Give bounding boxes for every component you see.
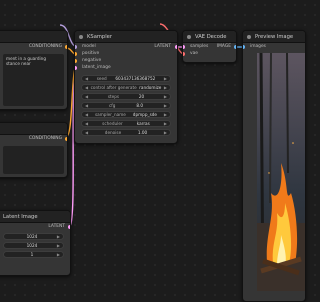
conditioning-output[interactable]: CONDITIONING <box>0 43 67 50</box>
widget-value: 20 <box>138 94 145 99</box>
input-label-images: images <box>250 44 266 49</box>
output-label: LATENT <box>48 224 65 229</box>
prompt-text: ment in a guarding stance near <box>6 56 46 66</box>
increment-arrow-icon[interactable]: ▶ <box>57 234 60 239</box>
decrement-arrow-icon[interactable]: ◀ <box>85 103 88 108</box>
vae-input[interactable]: vae <box>183 50 236 57</box>
widget-label: cfg <box>108 103 116 108</box>
denoise-widget[interactable]: ◀ denoise 1.00 ▶ <box>81 129 171 136</box>
model-input-port[interactable] <box>75 44 77 49</box>
prompt-textarea[interactable]: ment in a guarding stance near <box>3 54 64 106</box>
widget-value: 1 <box>30 252 34 257</box>
widget-value: 1024 <box>26 243 38 248</box>
output-label-latent: LATENT <box>154 44 171 49</box>
increment-arrow-icon[interactable]: ▶ <box>164 112 167 117</box>
sampler-name-widget[interactable]: ◀ sampler_name dpmpp_sde ▶ <box>81 111 171 118</box>
node-title-bar[interactable]: Preview Image <box>243 31 305 43</box>
node-title-bar[interactable]: Latent Image <box>0 211 70 223</box>
decrement-arrow-icon[interactable]: ◀ <box>85 76 88 81</box>
node-title-bar[interactable] <box>0 123 67 135</box>
conditioning-port[interactable] <box>65 136 67 141</box>
widget-value: 1.00 <box>137 130 148 135</box>
node-title-bar[interactable]: VAE Decode <box>183 31 236 43</box>
width-widget[interactable]: 1024 ▶ <box>3 233 64 240</box>
conditioning-port[interactable] <box>65 44 67 49</box>
widget-value: karras <box>136 121 150 126</box>
widget-label: control after generate <box>90 85 137 90</box>
output-label: CONDITIONING <box>28 136 62 141</box>
latent-output[interactable]: LATENT <box>0 223 70 230</box>
empty-latent-image-node[interactable]: Latent Image LATENT 1024 ▶ 1024 ▶ 1 ▶ <box>0 210 71 276</box>
batch-size-widget[interactable]: 1 ▶ <box>3 251 64 258</box>
decrement-arrow-icon[interactable]: ◀ <box>85 130 88 135</box>
widget-value: randomize <box>139 85 162 90</box>
widget-label: scheduler <box>102 121 123 126</box>
latent-output-port[interactable] <box>175 44 177 49</box>
decrement-arrow-icon[interactable]: ◀ <box>85 121 88 126</box>
output-label-image: IMAGE <box>216 44 231 49</box>
input-label-positive: positive <box>82 51 100 56</box>
images-input[interactable]: images <box>243 43 305 50</box>
vae-input-port[interactable] <box>183 51 185 56</box>
increment-arrow-icon[interactable]: ▶ <box>164 85 167 90</box>
widget-label: steps <box>107 94 120 99</box>
cfg-widget[interactable]: ◀ cfg 8.0 ▶ <box>81 102 171 109</box>
collapse-dot-icon[interactable] <box>187 34 191 39</box>
node-title: VAE Decode <box>195 33 227 40</box>
collapse-dot-icon[interactable] <box>247 34 251 39</box>
output-label: CONDITIONING <box>28 44 62 49</box>
seed-widget[interactable]: ◀ seed 603437136368752 ▶ <box>81 75 171 82</box>
negative-input-port[interactable] <box>75 58 77 63</box>
widget-label: denoise <box>104 130 122 135</box>
positive-input-port[interactable] <box>75 51 77 56</box>
input-label-negative: negative <box>82 58 102 63</box>
increment-arrow-icon[interactable]: ▶ <box>164 94 167 99</box>
input-label-samples: samples <box>190 44 209 49</box>
widget-label: sampler_name <box>94 112 126 117</box>
node-title-bar[interactable] <box>0 31 67 43</box>
input-label-latent-image: latent_image <box>82 65 111 70</box>
widget-value: 8.0 <box>136 103 143 108</box>
node-title-bar[interactable]: KSampler <box>75 31 177 43</box>
control-after-generate-widget[interactable]: ◀ control after generate randomize ▶ <box>81 84 171 91</box>
image-output-port[interactable] <box>234 44 236 49</box>
decrement-arrow-icon[interactable]: ◀ <box>85 94 88 99</box>
samples-input-port[interactable] <box>183 44 185 49</box>
increment-arrow-icon[interactable]: ▶ <box>164 130 167 135</box>
collapse-dot-icon[interactable] <box>79 34 83 39</box>
decrement-arrow-icon[interactable]: ◀ <box>85 85 88 90</box>
images-input-port[interactable] <box>243 44 245 49</box>
increment-arrow-icon[interactable]: ▶ <box>164 103 167 108</box>
steps-widget[interactable]: ◀ steps 20 ▶ <box>81 93 171 100</box>
vae-decode-node[interactable]: VAE Decode samples IMAGE vae <box>182 30 237 63</box>
latent-image-input-port[interactable] <box>75 65 77 70</box>
prompt-textarea[interactable] <box>3 146 64 174</box>
clip-text-encode-node-2[interactable]: CONDITIONING <box>0 122 68 178</box>
height-widget[interactable]: 1024 ▶ <box>3 242 64 249</box>
node-title: Latent Image <box>3 213 38 220</box>
conditioning-output[interactable]: CONDITIONING <box>0 135 67 142</box>
node-title: KSampler <box>87 33 112 40</box>
increment-arrow-icon[interactable]: ▶ <box>57 252 60 257</box>
node-title: Preview Image <box>255 33 294 40</box>
increment-arrow-icon[interactable]: ▶ <box>164 76 167 81</box>
samples-input[interactable]: samples IMAGE <box>183 43 236 50</box>
ksampler-node[interactable]: KSampler model LATENT positive negative … <box>74 30 178 144</box>
latent-output-port[interactable] <box>68 224 70 229</box>
decrement-arrow-icon[interactable]: ◀ <box>85 112 88 117</box>
scheduler-widget[interactable]: ◀ scheduler karras ▶ <box>81 120 171 127</box>
clip-text-encode-node[interactable]: CONDITIONING ment in a guarding stance n… <box>0 30 68 110</box>
input-label-model: model <box>82 44 96 49</box>
increment-arrow-icon[interactable]: ▶ <box>57 243 60 248</box>
preview-image <box>257 53 305 291</box>
widget-value: 1024 <box>26 234 38 239</box>
input-label-vae: vae <box>190 51 198 56</box>
campfire-illustration <box>257 53 305 291</box>
widget-value: dpmpp_sde <box>132 112 158 117</box>
preview-image-node[interactable]: Preview Image images <box>242 30 306 302</box>
widget-label: seed <box>96 76 107 81</box>
increment-arrow-icon[interactable]: ▶ <box>164 121 167 126</box>
widget-value: 603437136368752 <box>115 76 156 81</box>
